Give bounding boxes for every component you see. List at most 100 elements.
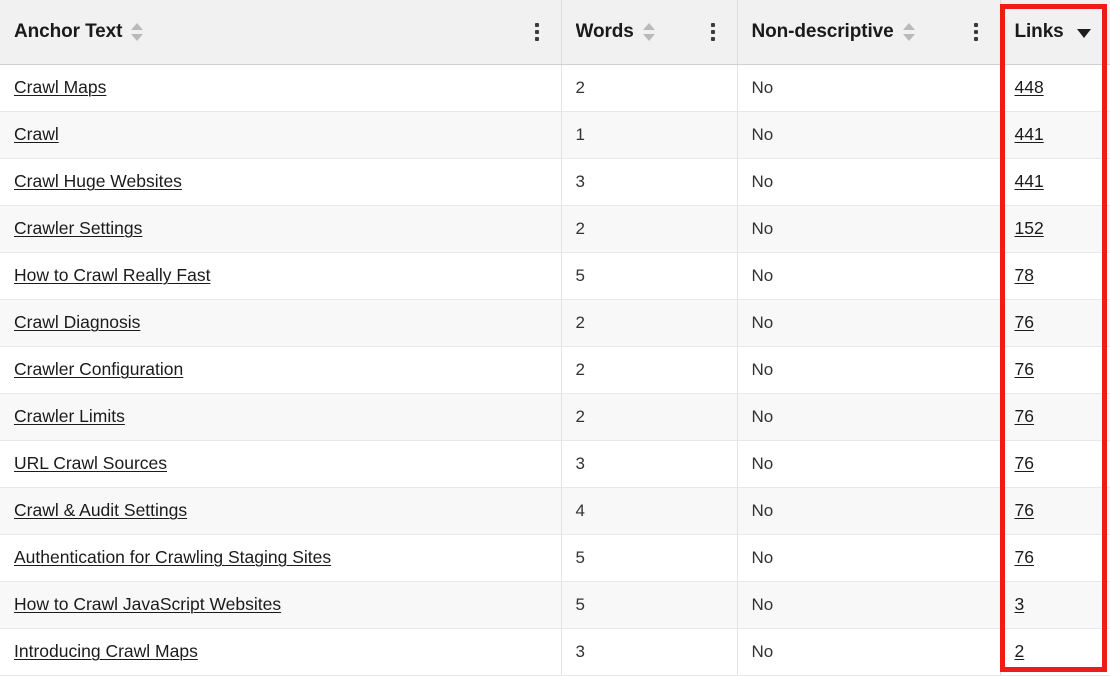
table-row: Crawl Diagnosis 2 No 76 — [0, 299, 1110, 347]
cell-anchor-text: Crawler Settings — [0, 205, 562, 253]
kebab-menu-icon-anchor-text[interactable] — [527, 19, 547, 45]
column-header-non-descriptive[interactable]: Non-descriptive — [737, 0, 1001, 65]
anchor-text-link[interactable]: Crawl & Audit Settings — [14, 500, 187, 520]
cell-links: 76 — [1000, 487, 1110, 535]
cell-links: 76 — [1000, 346, 1110, 394]
column-header-anchor-text-label: Anchor Text — [14, 20, 123, 42]
cell-words: 5 — [561, 252, 738, 300]
links-count-link[interactable]: 78 — [1015, 265, 1034, 285]
cell-links: 78 — [1000, 252, 1110, 300]
sort-both-icon[interactable] — [131, 22, 144, 41]
anchor-text-link[interactable]: Introducing Crawl Maps — [14, 641, 198, 661]
column-header-links[interactable]: Links — [1000, 0, 1110, 65]
anchor-text-link[interactable]: Crawler Settings — [14, 218, 142, 238]
links-count-link[interactable]: 441 — [1015, 171, 1044, 191]
caret-down-icon[interactable] — [1076, 28, 1091, 38]
anchor-text-link[interactable]: Crawler Configuration — [14, 359, 183, 379]
table-row: How to Crawl Really Fast 5 No 78 — [0, 252, 1110, 300]
cell-words: 2 — [561, 205, 738, 253]
cell-links: 2 — [1000, 628, 1110, 676]
kebab-dot — [534, 22, 539, 27]
anchor-text-link[interactable]: Crawl Huge Websites — [14, 171, 182, 191]
column-header-links-label: Links — [1014, 20, 1064, 42]
table-row: URL Crawl Sources 3 No 76 — [0, 440, 1110, 488]
cell-words: 2 — [561, 346, 738, 394]
kebab-dot — [710, 29, 715, 34]
sort-both-icon[interactable] — [902, 22, 916, 41]
cell-words: 4 — [561, 487, 738, 535]
cell-non-descriptive: No — [737, 205, 1001, 253]
cell-words: 3 — [561, 440, 738, 488]
sort-both-icon[interactable] — [642, 22, 656, 41]
anchor-text-link[interactable]: How to Crawl Really Fast — [14, 265, 210, 285]
anchor-text-link[interactable]: URL Crawl Sources — [14, 453, 167, 473]
cell-anchor-text: Crawl — [0, 111, 562, 159]
cell-non-descriptive: No — [737, 487, 1001, 535]
anchor-text-table-screen: Anchor Text Words Non-descriptive Links … — [0, 0, 1110, 676]
links-count-link[interactable]: 76 — [1015, 312, 1034, 332]
cell-anchor-text: Introducing Crawl Maps — [0, 628, 562, 676]
cell-words: 2 — [561, 299, 738, 347]
table-row: How to Crawl JavaScript Websites 5 No 3 — [0, 581, 1110, 629]
table-header: Anchor Text Words Non-descriptive Links — [0, 0, 1110, 65]
table-row: Introducing Crawl Maps 3 No 2 — [0, 628, 1110, 676]
table-row: Crawl Huge Websites 3 No 441 — [0, 158, 1110, 206]
kebab-dot — [534, 29, 539, 34]
anchor-text-table: Anchor Text Words Non-descriptive Links … — [0, 0, 1110, 676]
links-count-link[interactable]: 2 — [1015, 641, 1025, 661]
cell-non-descriptive: No — [737, 252, 1001, 300]
cell-non-descriptive: No — [737, 628, 1001, 676]
cell-links: 76 — [1000, 393, 1110, 441]
column-header-words-label: Words — [575, 20, 634, 42]
kebab-dot — [710, 22, 715, 27]
cell-anchor-text: Crawl Huge Websites — [0, 158, 562, 206]
column-header-words[interactable]: Words — [561, 0, 738, 65]
cell-links: 152 — [1000, 205, 1110, 253]
links-count-link[interactable]: 76 — [1015, 359, 1034, 379]
links-count-link[interactable]: 448 — [1015, 77, 1044, 97]
table-row: Authentication for Crawling Staging Site… — [0, 534, 1110, 582]
cell-non-descriptive: No — [737, 393, 1001, 441]
column-header-anchor-text[interactable]: Anchor Text — [0, 0, 562, 65]
anchor-text-link[interactable]: How to Crawl JavaScript Websites — [14, 594, 281, 614]
cell-words: 5 — [561, 581, 738, 629]
links-count-link[interactable]: 76 — [1015, 547, 1034, 567]
cell-anchor-text: URL Crawl Sources — [0, 440, 562, 488]
links-count-link[interactable]: 3 — [1015, 594, 1025, 614]
links-count-link[interactable]: 76 — [1015, 453, 1034, 473]
cell-non-descriptive: No — [737, 111, 1001, 159]
cell-words: 5 — [561, 534, 738, 582]
anchor-text-link[interactable]: Crawl Diagnosis — [14, 312, 140, 332]
kebab-menu-icon-words[interactable] — [703, 19, 723, 45]
kebab-dot — [973, 29, 978, 34]
anchor-text-link[interactable]: Crawler Limits — [14, 406, 125, 426]
table-body: Crawl Maps 2 No 448 Crawl 1 No 441 Crawl Huge We… — [0, 64, 1110, 676]
cell-links: 441 — [1000, 158, 1110, 206]
table-row: Crawl Maps 2 No 448 — [0, 64, 1110, 112]
header-row: Anchor Text Words Non-descriptive Links — [0, 0, 1110, 65]
links-count-link[interactable]: 76 — [1015, 406, 1034, 426]
cell-words: 2 — [561, 64, 738, 112]
anchor-text-link[interactable]: Crawl Maps — [14, 77, 106, 97]
links-count-link[interactable]: 152 — [1015, 218, 1044, 238]
table-row: Crawler Limits 2 No 76 — [0, 393, 1110, 441]
kebab-dot — [973, 36, 978, 41]
cell-links: 76 — [1000, 299, 1110, 347]
anchor-text-link[interactable]: Authentication for Crawling Staging Site… — [14, 547, 331, 567]
cell-anchor-text: Crawl & Audit Settings — [0, 487, 562, 535]
links-count-link[interactable]: 441 — [1015, 124, 1044, 144]
links-count-link[interactable]: 76 — [1015, 500, 1034, 520]
cell-anchor-text: Crawl Diagnosis — [0, 299, 562, 347]
kebab-menu-icon-non-descriptive[interactable] — [966, 19, 986, 45]
cell-non-descriptive: No — [737, 581, 1001, 629]
cell-links: 76 — [1000, 534, 1110, 582]
table-row: Crawler Settings 2 No 152 — [0, 205, 1110, 253]
cell-words: 2 — [561, 393, 738, 441]
anchor-text-link[interactable]: Crawl — [14, 124, 59, 144]
cell-non-descriptive: No — [737, 158, 1001, 206]
table-row: Crawler Configuration 2 No 76 — [0, 346, 1110, 394]
cell-links: 448 — [1000, 64, 1110, 112]
cell-links: 3 — [1000, 581, 1110, 629]
cell-non-descriptive: No — [737, 440, 1001, 488]
cell-words: 1 — [561, 111, 738, 159]
